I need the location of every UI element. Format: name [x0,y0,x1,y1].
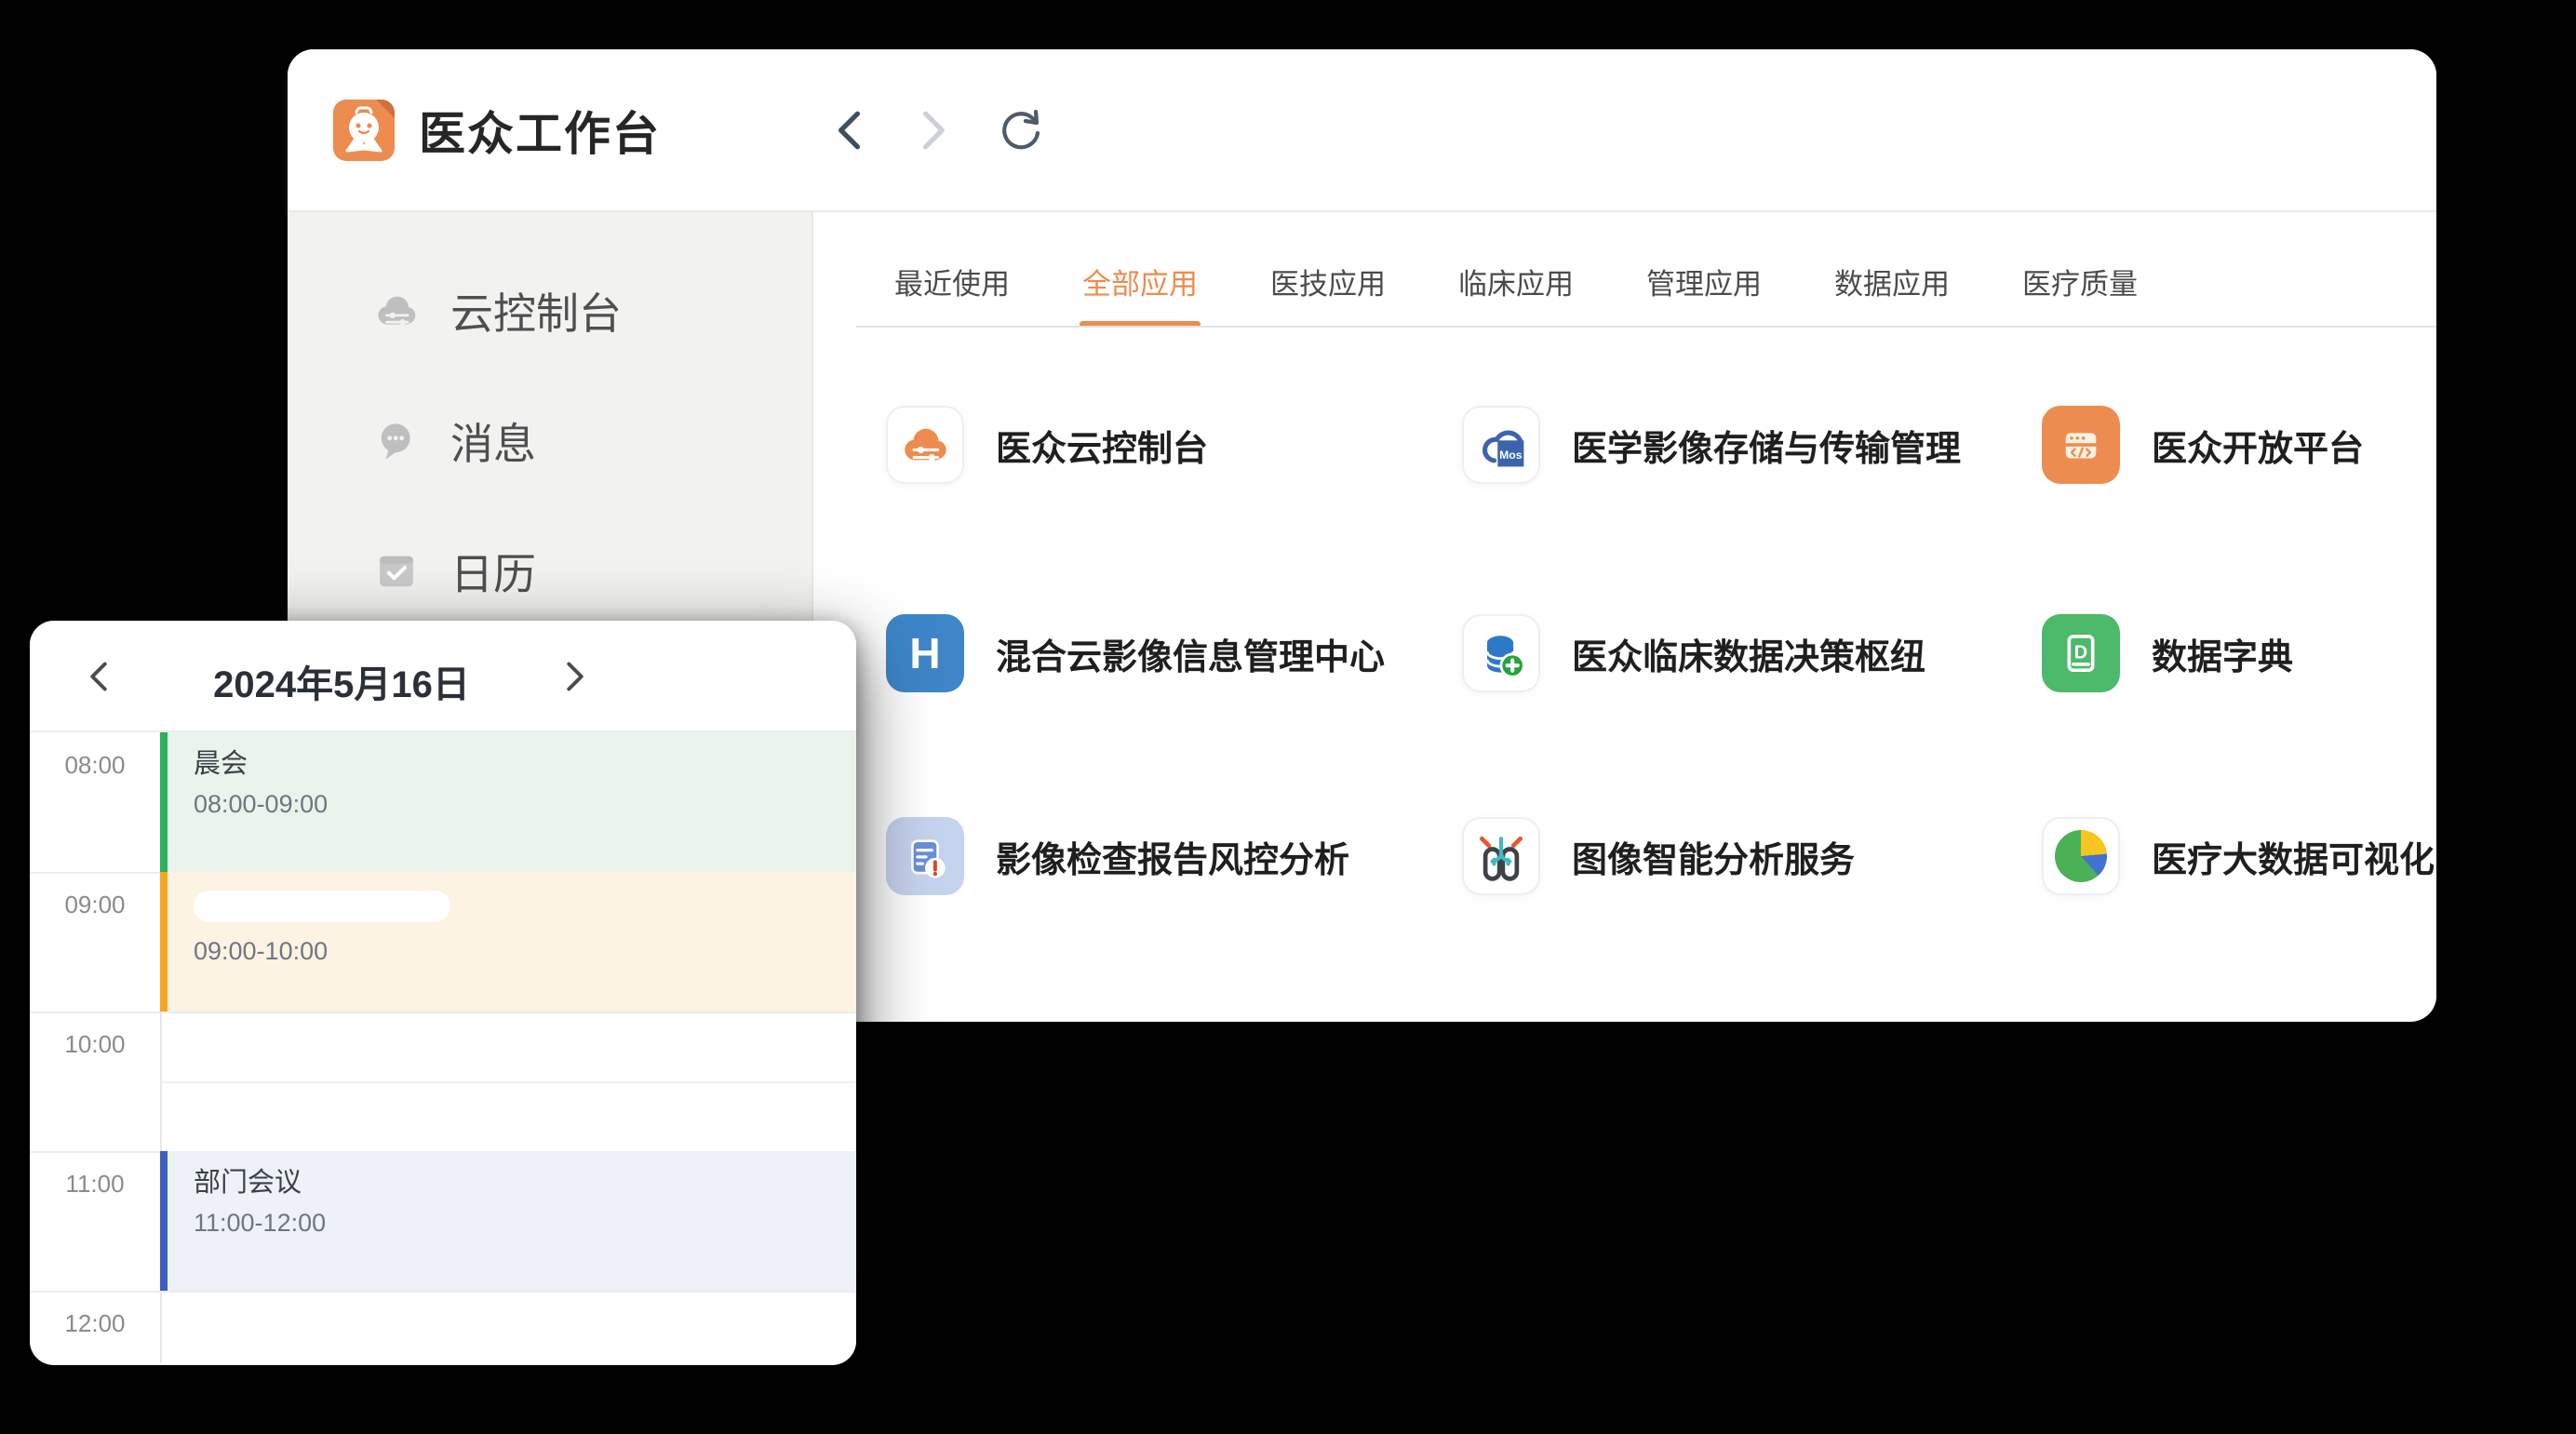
app-open-platform[interactable]: 医众开放平台 [2042,406,2364,484]
pie-chart-icon [2055,830,2107,882]
tabs-divider [856,326,2436,328]
tab-data[interactable]: 数据应用 [1834,261,1950,302]
open-platform-icon [2054,418,2108,472]
titlebar: 医众工作台 [288,49,2436,212]
time-label: 11:00 [30,1170,160,1199]
app-tile: Mos [1462,406,1540,484]
tab-clinical[interactable]: 临床应用 [1458,261,1574,302]
app-tile: H [886,614,964,692]
app-label: 医学影像存储与传输管理 [1572,420,1961,471]
app-report-risk-analysis[interactable]: 影像检查报告风控分析 [886,817,1349,895]
app-label: 混合云影像信息管理中心 [996,628,1385,679]
app-title: 医众工作台 [419,97,661,164]
calendar-header: 2024年5月16日 [30,621,856,732]
nav-buttons [826,108,1042,153]
sidebar-item-cloud-console[interactable]: 云控制台 [288,282,812,340]
refresh-icon [998,107,1042,154]
dictionary-icon: D [2054,626,2108,680]
screen-background: 医众工作台 [0,0,2576,1434]
app-label: 医众云控制台 [996,420,1208,471]
sidebar-item-calendar[interactable]: 日历 [288,543,812,600]
app-tile [886,817,964,895]
database-plus-icon [1473,625,1529,681]
mos-badge: Mos [1499,449,1523,462]
sidebar-item-label: 日历 [450,541,536,602]
cloud-console-icon [898,418,952,472]
tab-quality[interactable]: 医疗质量 [2022,261,2138,302]
event-title-redacted-pill [194,891,450,922]
app-cloud-console[interactable]: 医众云控制台 [886,406,1208,484]
chevron-left-icon [86,660,112,693]
message-icon [372,417,421,465]
time-label: 08:00 [30,751,160,780]
calendar-icon [372,547,421,596]
event-time: 09:00-10:00 [194,937,856,966]
calendar-date-title: 2024年5月16日 [151,654,532,708]
chevron-right-icon [918,109,951,152]
cloud-mos-icon: Mos [1473,417,1529,473]
app-imaging-storage[interactable]: Mos 医学影像存储与传输管理 [1462,406,1961,484]
app-label: 图像智能分析服务 [1572,831,1855,882]
app-tile [1462,614,1540,692]
event-time: 11:00-12:00 [194,1209,856,1238]
content-area: 最近使用 全部应用 医技应用 临床应用 管理应用 数据应用 医疗质量 [813,212,2436,1020]
event-title: 晨会 [194,747,856,781]
sidebar-item-label: 云控制台 [450,280,622,342]
calendar-panel: 2024年5月16日 08:00 09:00 10:00 11:00 12: [30,621,856,1365]
app-label: 医众临床数据决策枢纽 [1572,628,1925,679]
lungs-icon [1473,828,1529,884]
calendar-prev-day-button[interactable] [74,652,123,701]
chevron-right-icon [562,660,588,693]
app-clinical-data-hub[interactable]: 医众临床数据决策枢纽 [1462,614,1925,692]
calendar-event-department-meeting[interactable]: 部门会议 11:00-12:00 [160,1151,856,1291]
time-label: 10:00 [30,1030,160,1059]
app-category-tabs: 最近使用 全部应用 医技应用 临床应用 管理应用 数据应用 医疗质量 [894,261,2138,302]
hour-gridline [30,1012,856,1013]
sidebar-item-messages[interactable]: 消息 [288,412,812,470]
app-label: 医众开放平台 [2152,420,2364,471]
logo-fold-corner [376,100,395,118]
app-hybrid-cloud-center[interactable]: H 混合云影像信息管理中心 [886,614,1385,692]
tab-recent[interactable]: 最近使用 [894,261,1010,302]
report-alert-icon [898,829,952,883]
forward-button[interactable] [912,108,957,153]
hour-gridline [30,1291,856,1293]
app-tile [886,406,964,484]
time-label: 12:00 [30,1309,160,1338]
sidebar-item-label: 消息 [450,410,536,472]
app-label: 数据字典 [2152,628,2293,679]
tab-medtech[interactable]: 医技应用 [1270,261,1386,302]
back-button[interactable] [826,108,871,153]
app-tile [2042,817,2120,895]
event-title: 部门会议 [194,1166,856,1199]
calendar-next-day-button[interactable] [551,652,599,701]
app-tile: D [2042,614,2120,692]
app-tile [1462,817,1540,895]
refresh-button[interactable] [998,108,1042,153]
app-label: 影像检查报告风控分析 [996,831,1349,882]
event-time: 08:00-09:00 [194,790,856,819]
cloud-console-icon [372,287,421,335]
app-logo [333,100,395,161]
calendar-event-morning-meeting[interactable]: 晨会 08:00-09:00 [160,732,856,872]
time-label: 09:00 [30,891,160,919]
app-data-dictionary[interactable]: D 数据字典 [2042,614,2293,692]
calendar-event-redacted[interactable]: 09:00-10:00 [160,872,856,1012]
app-label: 医疗大数据可视化 [2152,831,2435,882]
tab-management[interactable]: 管理应用 [1646,261,1762,302]
letter-h-icon: H [909,632,940,675]
app-image-ai-analysis[interactable]: 图像智能分析服务 [1462,817,1855,895]
half-hour-gridline [160,1081,856,1083]
tab-all-apps[interactable]: 全部应用 [1082,261,1198,302]
app-tile [2042,406,2120,484]
calendar-body: 08:00 09:00 10:00 11:00 12:00 晨会 08:00-0… [30,732,856,1363]
app-big-data-visualization[interactable]: 医疗大数据可视化 [2042,817,2435,895]
dictionary-badge: D [2074,642,2087,663]
chevron-left-icon [832,109,865,152]
